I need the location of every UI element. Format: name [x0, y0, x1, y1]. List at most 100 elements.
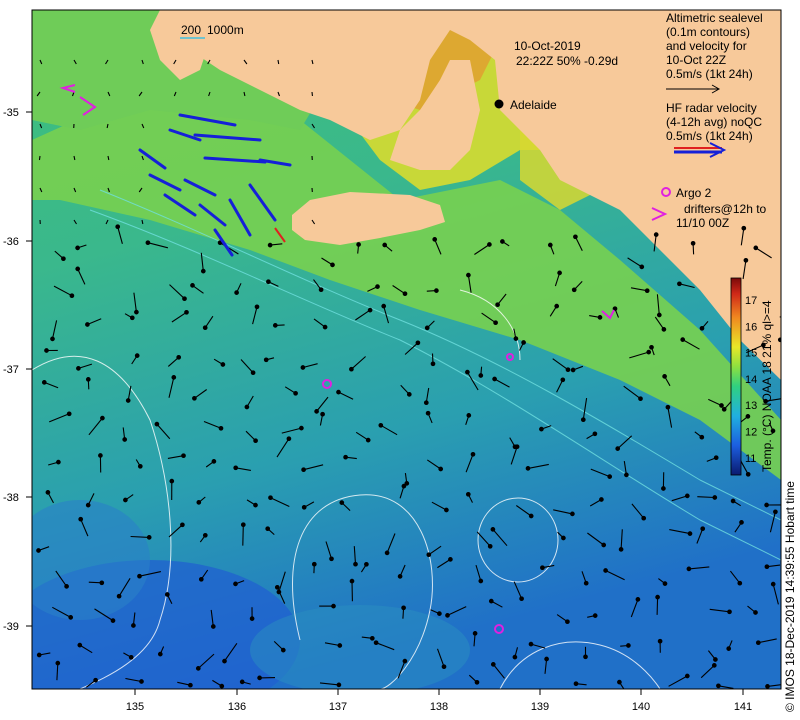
velocity-arrow-head [601, 542, 607, 548]
legend-altimetric-line-4: 10-Oct 22Z [666, 53, 726, 67]
velocity-arrow-head [466, 413, 472, 418]
velocity-arrow-head [192, 395, 197, 401]
velocity-arrow-head [513, 336, 519, 341]
velocity-arrow-head [336, 389, 341, 395]
y-tick-label: -39 [3, 621, 19, 633]
velocity-arrow-head [184, 309, 189, 315]
velocity-arrow-head [492, 376, 497, 382]
y-tick-label: -36 [3, 236, 19, 248]
velocity-arrow-head [700, 526, 706, 532]
velocity-arrow-head [649, 344, 654, 350]
velocity-arrow-head [615, 446, 621, 451]
velocity-arrow-head [137, 463, 143, 469]
velocity-arrow-head [343, 454, 348, 460]
velocity-arrow-head [293, 390, 298, 396]
velocity-arrow-head [662, 581, 668, 586]
velocity-arrow-head [99, 580, 105, 586]
velocity-arrow-head [465, 491, 471, 497]
velocity-arrow-head [131, 623, 136, 628]
velocity-arrow-head [777, 337, 781, 343]
velocity-arrow-head [369, 635, 375, 641]
velocity-arrow-head [250, 370, 256, 376]
velocity-arrow-head [430, 361, 436, 367]
velocity-arrow-head [544, 656, 549, 662]
velocity-arrow-head [730, 498, 736, 504]
velocity-arrow-head [384, 550, 390, 556]
velocity-arrow-head [240, 522, 246, 528]
velocity-arrow-head [713, 455, 719, 461]
velocity-arrow-head [561, 535, 566, 541]
velocity-arrow-head [547, 242, 553, 248]
velocity-arrow-head [684, 673, 690, 679]
velocity-arrow-head [599, 497, 604, 502]
velocity-arrow-head [210, 624, 216, 629]
velocity-arrow-head [624, 472, 629, 478]
velocity-arrow [242, 524, 244, 546]
adelaide-marker [494, 99, 504, 109]
velocity-arrow-head [753, 245, 759, 251]
velocity-arrow-head [655, 594, 660, 600]
velocity-arrow-head [171, 375, 177, 380]
velocity-arrow-head [791, 464, 795, 468]
velocity-arrow-head [521, 340, 526, 345]
velocity-arrow-head [222, 658, 227, 664]
velocity-arrow-head [425, 410, 431, 416]
velocity-arrow-head [721, 406, 727, 412]
velocity-arrow-head [233, 581, 238, 587]
velocity-arrow-head [565, 367, 571, 373]
x-tick-label: 135 [126, 701, 144, 713]
credit-text: © IMOS 18-Dec-2019 14:39:55 Hobart time [783, 481, 797, 712]
velocity-arrow-head [66, 411, 72, 417]
velocity-arrow-head [432, 237, 438, 242]
velocity-arrow [656, 597, 659, 615]
velocity-arrow-head [257, 675, 262, 681]
velocity-arrow-head [195, 666, 201, 671]
velocity-arrow-head [753, 610, 758, 615]
y-tick-label: -38 [3, 492, 19, 504]
velocity-arrow-head [716, 683, 721, 689]
velocity-arrow-head [367, 307, 373, 313]
velocity-arrow-head [603, 568, 608, 573]
velocity-arrow-head [55, 660, 61, 666]
velocity-arrow-head [687, 531, 693, 536]
velocity-arrow-head [539, 426, 544, 432]
velocity-arrow-head [528, 513, 534, 519]
velocity-arrow-head [493, 320, 498, 326]
velocity-arrow [355, 691, 363, 692]
velocity-arrow-head [423, 400, 429, 406]
velocity-arrow-head [739, 520, 744, 525]
velocity-arrow [784, 459, 792, 466]
velocity-arrow-head [110, 618, 116, 623]
velocity-arrow-head [426, 552, 432, 558]
velocity-arrow-head [176, 354, 182, 360]
velocity-arrow-head [401, 605, 406, 611]
velocity-arrow-head [711, 663, 717, 668]
velocity-arrow-head [200, 268, 206, 274]
velocity-arrow-head [618, 547, 624, 552]
velocity-arrow-head [220, 362, 226, 367]
velocity-arrow-head [100, 415, 105, 421]
velocity-arrow-head [353, 561, 358, 567]
velocity-arrow-head [381, 303, 387, 309]
velocity-arrow-head [301, 467, 306, 473]
legend-altimetric-line-3: and velocity for [666, 39, 747, 53]
colorbar-scale [730, 277, 742, 476]
velocity-arrow-head [300, 365, 306, 370]
velocity-arrow-head [512, 654, 518, 660]
x-tick-label: 138 [430, 701, 448, 713]
velocity-arrow-head [330, 262, 335, 268]
velocity-arrow-head [560, 377, 566, 383]
colorbar-label: Temp. (°C) NOAA 18 21% ql>=4 [760, 300, 774, 472]
velocity-arrow-head [514, 444, 520, 450]
x-tick-label: 141 [734, 701, 752, 713]
velocity-arrow-head [116, 593, 122, 599]
colorbar-tick-label: 11 [745, 453, 756, 465]
velocity-arrow-head [478, 578, 484, 584]
velocity-arrow-head [528, 641, 534, 647]
velocity-arrow [780, 291, 781, 293]
legend-argo-line-1: Argo 2 [676, 186, 712, 200]
velocity-arrow-head [565, 619, 570, 625]
velocity-arrow-head [745, 471, 751, 477]
velocity-arrow-head [336, 682, 342, 688]
velocity-arrow-head [98, 453, 103, 458]
